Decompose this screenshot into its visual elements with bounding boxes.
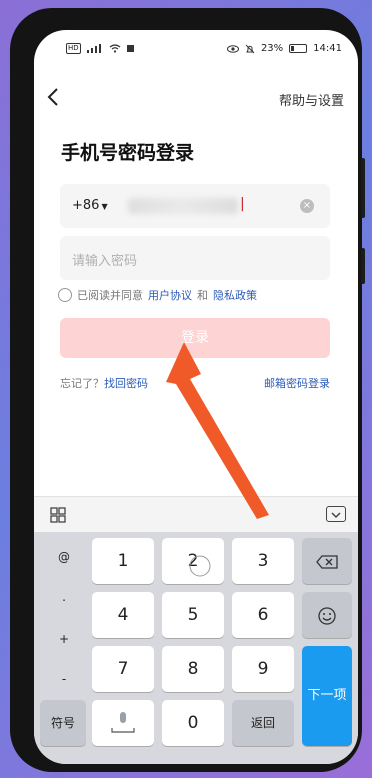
screen: HD 23% 14:41 帮助与设置 手机号密码登录 +86 ▼ | × 请输入… xyxy=(34,30,358,764)
annotation-arrow xyxy=(166,342,269,519)
power-button xyxy=(361,248,365,284)
volume-button xyxy=(361,158,365,218)
